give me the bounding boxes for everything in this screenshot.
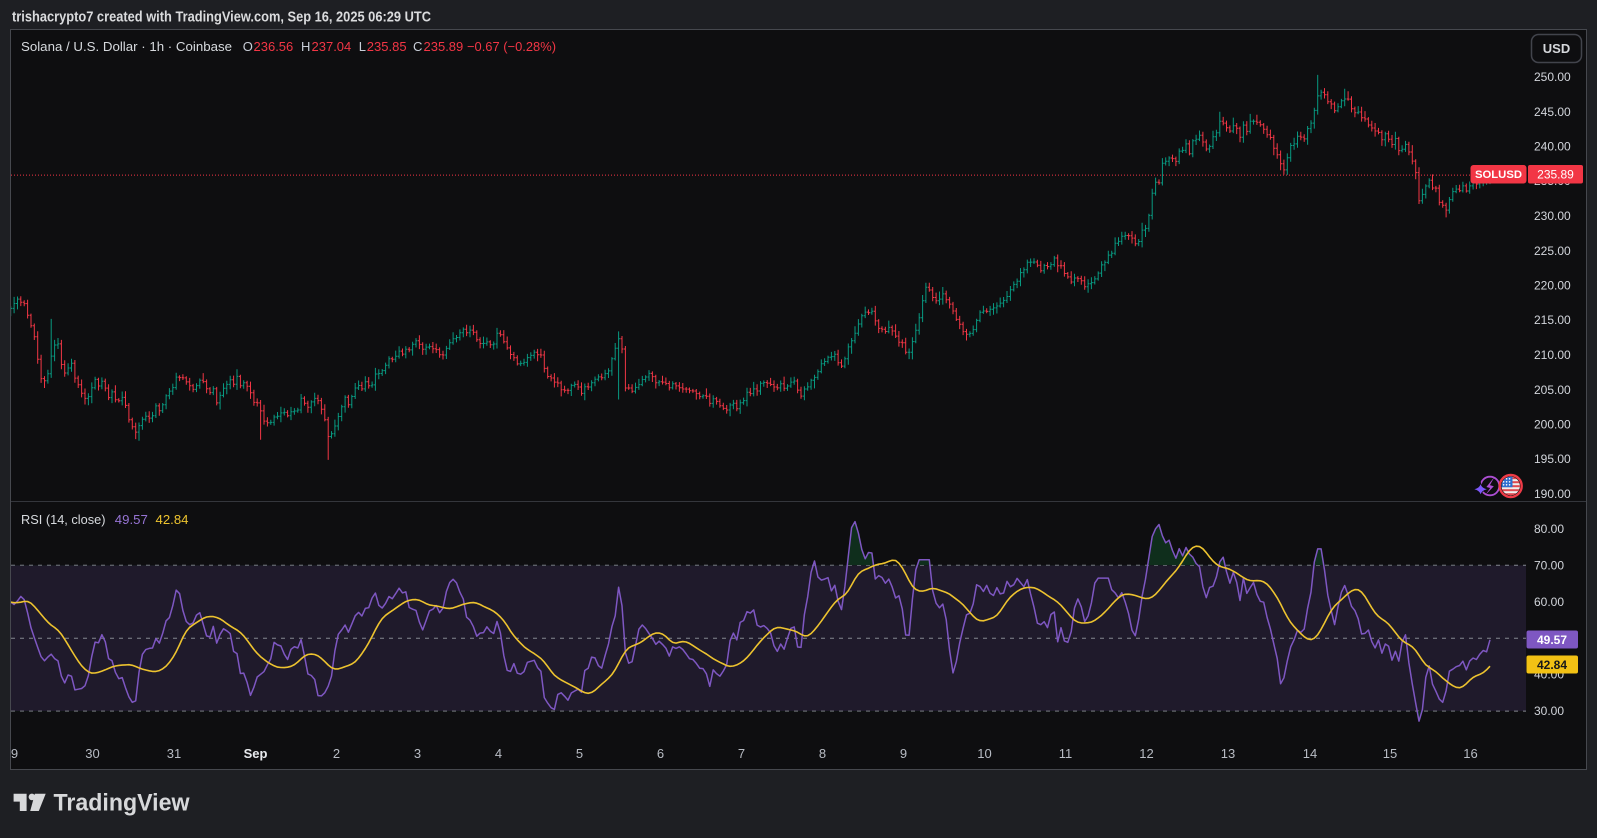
svg-text:5: 5 xyxy=(576,746,583,761)
svg-text:215.00: 215.00 xyxy=(1534,313,1571,327)
svg-text:15: 15 xyxy=(1383,746,1397,761)
svg-text:210.00: 210.00 xyxy=(1534,348,1571,362)
svg-text:16: 16 xyxy=(1463,746,1477,761)
svg-text:49.57: 49.57 xyxy=(115,512,148,527)
svg-text:42.84: 42.84 xyxy=(1537,658,1567,672)
svg-text:230.00: 230.00 xyxy=(1534,209,1571,223)
svg-text:60.00: 60.00 xyxy=(1534,595,1564,609)
svg-text:220.00: 220.00 xyxy=(1534,279,1571,293)
svg-text:200.00: 200.00 xyxy=(1534,418,1571,432)
svg-text:9: 9 xyxy=(11,746,18,761)
svg-text:trishacrypto7 created with Tra: trishacrypto7 created with TradingView.c… xyxy=(12,9,431,26)
svg-text:9: 9 xyxy=(900,746,907,761)
svg-text:250.00: 250.00 xyxy=(1534,70,1571,84)
svg-text:235.89: 235.89 xyxy=(1537,168,1574,182)
svg-text:30: 30 xyxy=(85,746,99,761)
svg-text:236.56: 236.56 xyxy=(254,39,294,54)
svg-text:6: 6 xyxy=(657,746,664,761)
svg-text:RSI (14, close): RSI (14, close) xyxy=(21,512,106,527)
svg-text:240.00: 240.00 xyxy=(1534,140,1571,154)
svg-text:Sep: Sep xyxy=(244,746,268,761)
svg-text:7: 7 xyxy=(738,746,745,761)
svg-text:C: C xyxy=(413,39,422,54)
svg-text:USD: USD xyxy=(1543,41,1570,56)
svg-text:10: 10 xyxy=(977,746,991,761)
svg-text:3: 3 xyxy=(414,746,421,761)
svg-text:80.00: 80.00 xyxy=(1534,522,1564,536)
svg-text:195.00: 195.00 xyxy=(1534,452,1571,466)
svg-text:13: 13 xyxy=(1221,746,1235,761)
svg-text:42.84: 42.84 xyxy=(156,512,189,527)
svg-text:30.00: 30.00 xyxy=(1534,704,1564,718)
svg-text:8: 8 xyxy=(819,746,826,761)
svg-text:11: 11 xyxy=(1059,746,1073,761)
svg-text:31: 31 xyxy=(167,746,181,761)
svg-text:235.89: 235.89 xyxy=(424,39,464,54)
svg-text:190.00: 190.00 xyxy=(1534,487,1571,501)
svg-text:14: 14 xyxy=(1303,746,1317,761)
svg-text:70.00: 70.00 xyxy=(1534,558,1564,572)
svg-text:TradingView: TradingView xyxy=(54,790,190,817)
svg-text:H: H xyxy=(301,39,310,54)
svg-text:2: 2 xyxy=(333,746,340,761)
svg-text:−0.67 (−0.28%): −0.67 (−0.28%) xyxy=(467,39,556,54)
svg-text:L: L xyxy=(359,39,366,54)
svg-text:237.04: 237.04 xyxy=(312,39,352,54)
svg-text:245.00: 245.00 xyxy=(1534,105,1571,119)
svg-text:205.00: 205.00 xyxy=(1534,383,1571,397)
svg-text:SOLUSD: SOLUSD xyxy=(1475,169,1522,181)
svg-text:Solana / U.S. Dollar · 1h · Co: Solana / U.S. Dollar · 1h · Coinbase xyxy=(21,39,232,54)
svg-text:12: 12 xyxy=(1139,746,1153,761)
svg-text:O: O xyxy=(243,39,253,54)
svg-text:235.85: 235.85 xyxy=(367,39,407,54)
svg-text:4: 4 xyxy=(495,746,502,761)
svg-text:49.57: 49.57 xyxy=(1537,633,1567,647)
svg-text:225.00: 225.00 xyxy=(1534,244,1571,258)
